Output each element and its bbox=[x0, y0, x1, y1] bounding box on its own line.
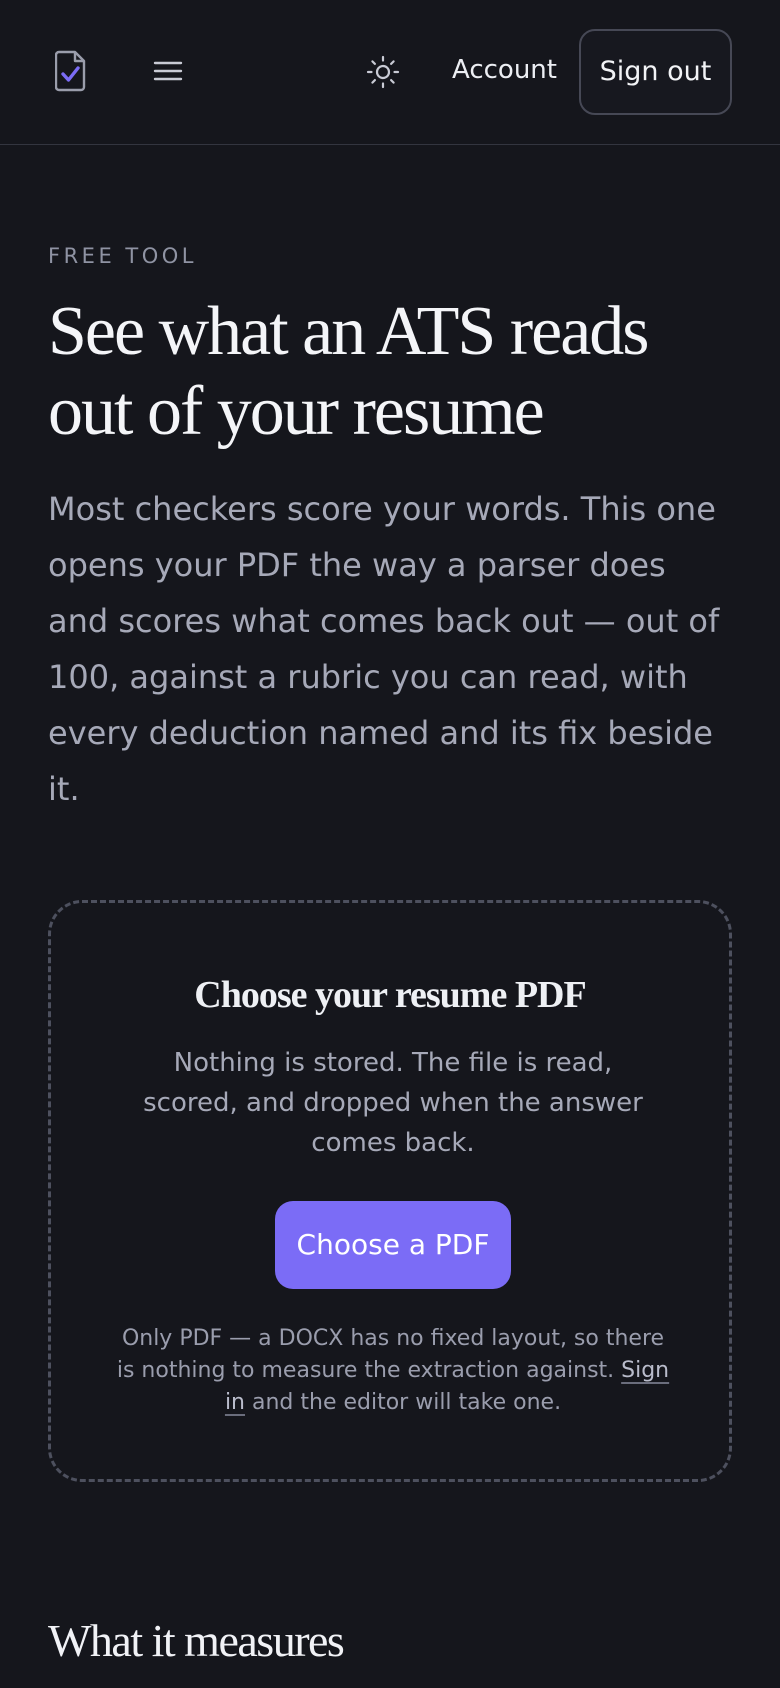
upload-note-text: Only PDF — a DOCX has no fixed layout, s… bbox=[116, 1326, 665, 1383]
upload-title: Choose your resume PDF bbox=[194, 974, 586, 1016]
section-title-what-it-measures: What it measures bbox=[48, 1615, 345, 1666]
lead-paragraph: Most checkers score your words. This one… bbox=[48, 490, 720, 808]
page-title: See what an ATS reads out of your resume bbox=[48, 292, 688, 452]
upload-description: Nothing is stored. The file is read, sco… bbox=[143, 1048, 643, 1158]
page-title-line-2: out of your resume bbox=[48, 373, 545, 450]
account-link[interactable]: Account bbox=[452, 52, 557, 88]
document-check-icon[interactable] bbox=[54, 50, 87, 92]
upload-note: Only PDF — a DOCX has no fixed layout, s… bbox=[113, 1323, 673, 1419]
page: Account Sign out FREE TOOL See what an A… bbox=[0, 0, 780, 1688]
eyebrow-label: FREE TOOL bbox=[48, 244, 197, 268]
choose-pdf-button[interactable]: Choose a PDF bbox=[275, 1201, 511, 1289]
page-title-line-1: See what an ATS reads bbox=[48, 293, 650, 370]
sun-icon[interactable] bbox=[366, 55, 400, 89]
pdf-drop-zone[interactable]: Choose your resume PDF Nothing is stored… bbox=[48, 900, 732, 1482]
hamburger-menu-icon[interactable] bbox=[152, 58, 184, 84]
top-navigation-bar: Account Sign out bbox=[0, 0, 780, 145]
upload-note-text-end: and the editor will take one. bbox=[245, 1390, 562, 1415]
sign-out-button[interactable]: Sign out bbox=[579, 29, 732, 115]
